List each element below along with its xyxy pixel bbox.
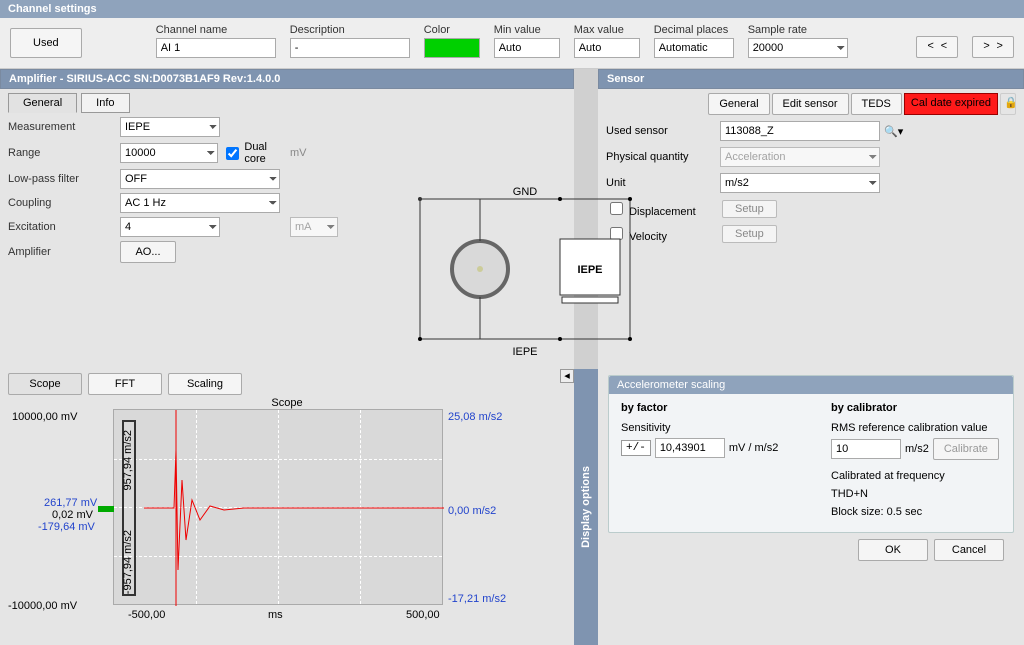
prev-channel-button[interactable]: < < bbox=[916, 36, 958, 58]
sensitivity-input[interactable] bbox=[655, 438, 725, 458]
max-value-label: Max value bbox=[574, 24, 640, 36]
collapse-icon[interactable]: ◂ bbox=[560, 369, 574, 383]
scope-plot-area[interactable]: 957,94 m/s2 -957,94 m/s2 bbox=[113, 409, 443, 605]
used-sensor-label: Used sensor bbox=[606, 125, 716, 137]
window-titlebar: Channel settings bbox=[0, 0, 1024, 18]
sensor-panel-header: Sensor bbox=[598, 69, 1024, 89]
min-value-input[interactable] bbox=[494, 38, 560, 58]
svg-text:IEPE: IEPE bbox=[577, 264, 602, 276]
cursor-mid: 0,02 mV bbox=[52, 509, 93, 521]
thd-label: THD+N bbox=[831, 488, 999, 500]
description-input[interactable] bbox=[290, 38, 410, 58]
excitation-label: Excitation bbox=[8, 221, 120, 233]
block-size-label: Block size: 0.5 sec bbox=[831, 506, 999, 518]
rms-input[interactable] bbox=[831, 439, 901, 459]
lpf-select[interactable]: OFF bbox=[120, 169, 280, 189]
measurement-select[interactable]: IEPE bbox=[120, 117, 220, 137]
ry-mid: 0,00 m/s2 bbox=[448, 505, 496, 517]
acc-scaling-header: Accelerometer scaling bbox=[609, 376, 1013, 394]
coupling-label: Coupling bbox=[8, 197, 120, 209]
tab-fft[interactable]: FFT bbox=[88, 373, 162, 395]
sensitivity-unit: mV / m/s2 bbox=[729, 442, 779, 454]
sensor-tab-edit[interactable]: Edit sensor bbox=[772, 93, 849, 115]
tab-info[interactable]: Info bbox=[81, 93, 129, 113]
scope-chart: Scope 10000,00 mV -10000,00 mV 261,77 mV… bbox=[8, 397, 566, 627]
cursor-top: 261,77 mV bbox=[44, 497, 97, 509]
zero-marker bbox=[98, 506, 114, 512]
cal-date-expired-badge: Cal date expired bbox=[904, 93, 998, 115]
measurement-label: Measurement bbox=[8, 121, 120, 133]
excitation-select[interactable]: 4 bbox=[120, 217, 220, 237]
tab-general[interactable]: General bbox=[8, 93, 77, 113]
velocity-setup-button: Setup bbox=[722, 225, 777, 243]
x-right: 500,00 bbox=[406, 609, 440, 621]
displacement-setup-button: Setup bbox=[722, 200, 777, 218]
calibrate-button[interactable]: Calibrate bbox=[933, 438, 999, 460]
circuit-diagram: GND IEPE IEPE bbox=[410, 169, 640, 359]
decimal-places-label: Decimal places bbox=[654, 24, 734, 36]
range-unit: mV bbox=[290, 147, 380, 159]
sensor-tab-teds[interactable]: TEDS bbox=[851, 93, 902, 115]
dual-core-checkbox[interactable]: Dual core bbox=[222, 141, 290, 165]
display-options-bar[interactable]: Display options bbox=[574, 369, 598, 645]
rms-unit: m/s2 bbox=[905, 443, 929, 455]
scope-title: Scope bbox=[8, 397, 566, 409]
sensitivity-label: Sensitivity bbox=[621, 422, 801, 434]
ry-top: 25,08 m/s2 bbox=[448, 411, 502, 423]
tab-scope[interactable]: Scope bbox=[8, 373, 82, 395]
physical-quantity-label: Physical quantity bbox=[606, 151, 716, 163]
lpf-label: Low-pass filter bbox=[8, 173, 120, 185]
svg-text:GND: GND bbox=[513, 186, 538, 198]
ry-bot: -17,21 m/s2 bbox=[448, 593, 506, 605]
x-label: ms bbox=[268, 609, 283, 621]
used-sensor-input[interactable] bbox=[720, 121, 880, 141]
coupling-select[interactable]: AC 1 Hz bbox=[120, 193, 280, 213]
by-calibrator-header: by calibrator bbox=[831, 402, 897, 414]
color-swatch[interactable] bbox=[424, 38, 480, 58]
decimal-places-input[interactable] bbox=[654, 38, 734, 58]
amplifier-panel-header: Amplifier - SIRIUS-ACC SN:D0073B1AF9 Rev… bbox=[0, 69, 574, 89]
amplifier-label: Amplifier bbox=[8, 246, 120, 258]
next-channel-button[interactable]: > > bbox=[972, 36, 1014, 58]
min-value-label: Min value bbox=[494, 24, 560, 36]
sensitivity-sign-toggle[interactable]: +/- bbox=[621, 440, 651, 456]
by-factor-header: by factor bbox=[621, 402, 667, 414]
physical-quantity-select: Acceleration bbox=[720, 147, 880, 167]
tab-scaling[interactable]: Scaling bbox=[168, 373, 242, 395]
y-axis-top: 10000,00 mV bbox=[12, 411, 77, 423]
channel-name-input[interactable] bbox=[156, 38, 276, 58]
x-left: -500,00 bbox=[128, 609, 165, 621]
range-select[interactable]: 10000 bbox=[120, 143, 218, 163]
sample-rate-select[interactable]: 20000 bbox=[748, 38, 848, 58]
range-label: Range bbox=[8, 147, 120, 159]
excitation-unit-select: mA bbox=[290, 217, 338, 237]
channel-name-label: Channel name bbox=[156, 24, 276, 36]
cal-freq-label: Calibrated at frequency bbox=[831, 470, 999, 482]
sensor-tab-general[interactable]: General bbox=[708, 93, 769, 115]
unit-select[interactable]: m/s2 bbox=[720, 173, 880, 193]
used-button[interactable]: Used bbox=[10, 28, 82, 58]
max-value-input[interactable] bbox=[574, 38, 640, 58]
color-label: Color bbox=[424, 24, 480, 36]
description-label: Description bbox=[290, 24, 410, 36]
sample-rate-label: Sample rate bbox=[748, 24, 848, 36]
channel-header-bar: Used Channel name Description Color Min … bbox=[0, 18, 1024, 69]
lock-icon[interactable]: 🔒 bbox=[1000, 93, 1016, 115]
svg-text:IEPE: IEPE bbox=[512, 346, 537, 358]
trace-line bbox=[114, 410, 444, 606]
cursor-bot: -179,64 mV bbox=[38, 521, 95, 533]
amplifier-ao-button[interactable]: AO... bbox=[120, 241, 176, 263]
search-icon[interactable]: 🔍▾ bbox=[884, 125, 908, 138]
y-axis-bottom: -10000,00 mV bbox=[8, 600, 77, 612]
rms-label: RMS reference calibration value bbox=[831, 422, 999, 434]
ok-button[interactable]: OK bbox=[858, 539, 928, 561]
cancel-button[interactable]: Cancel bbox=[934, 539, 1004, 561]
